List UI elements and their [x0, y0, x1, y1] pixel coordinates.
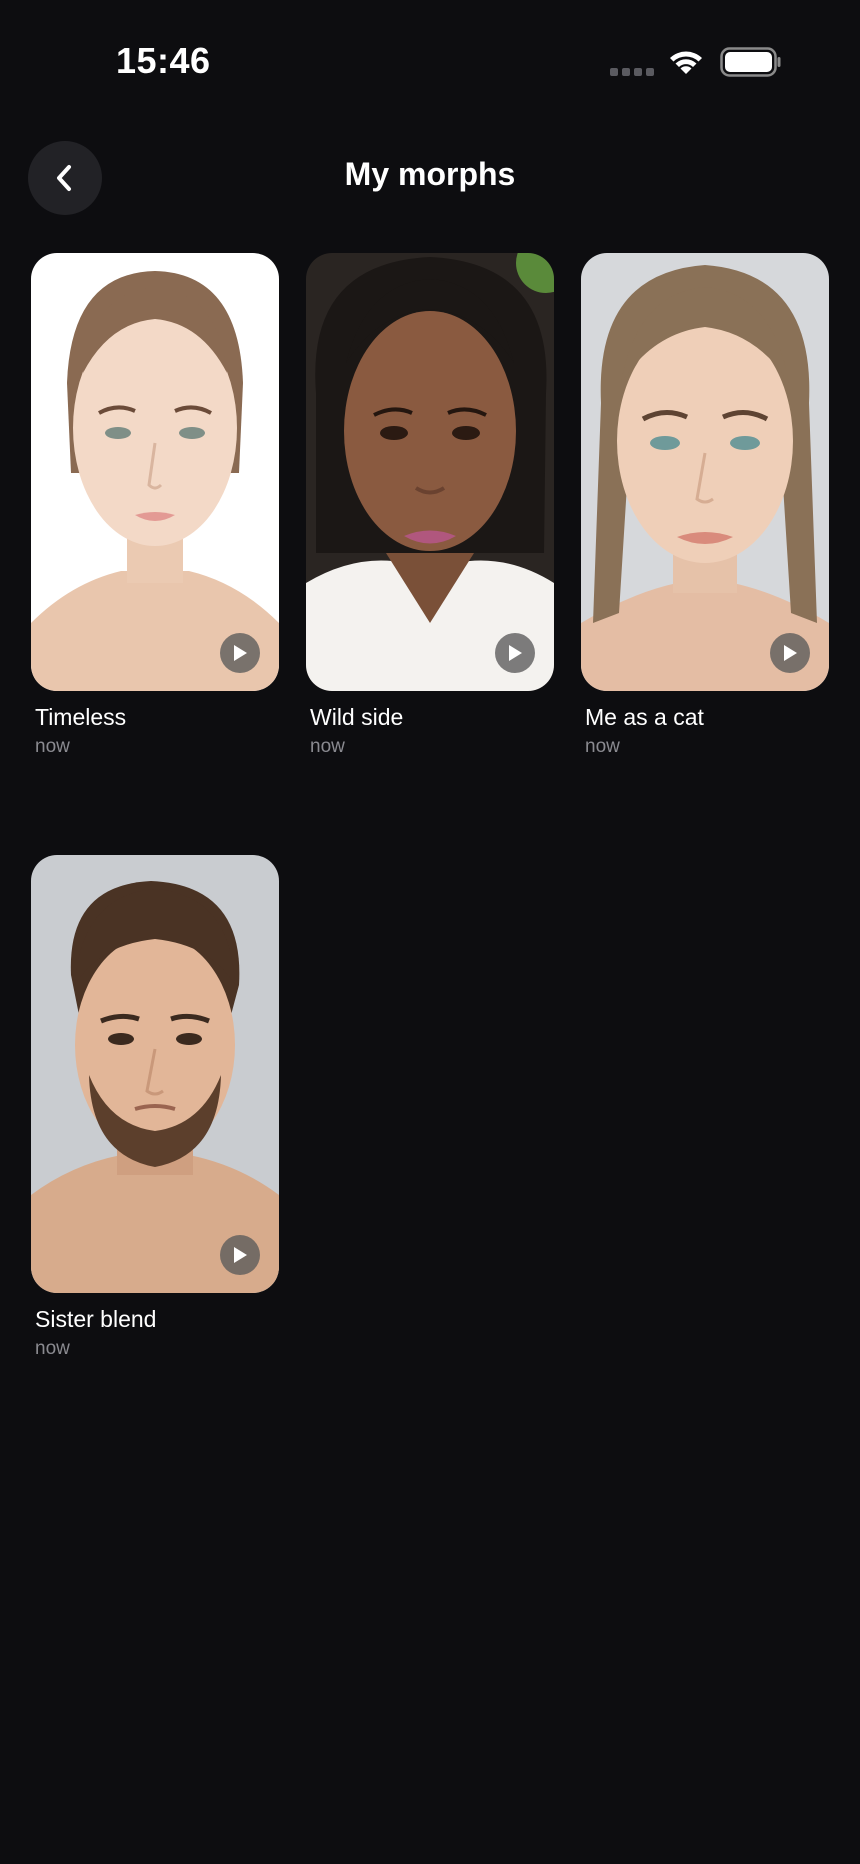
- portrait-image: [581, 253, 829, 691]
- morph-title: Sister blend: [35, 1306, 157, 1332]
- morph-title: Wild side: [310, 704, 404, 730]
- play-icon: [784, 645, 797, 661]
- page-title: My morphs: [344, 156, 516, 192]
- battery-icon: [720, 47, 781, 77]
- play-icon: [509, 645, 522, 661]
- portrait-image: [306, 253, 554, 691]
- morph-timestamp: now: [35, 1338, 70, 1359]
- play-button[interactable]: [220, 633, 260, 673]
- wifi-icon: [670, 51, 702, 74]
- status-bar: 15:46: [0, 0, 860, 120]
- morph-timestamp: now: [35, 736, 70, 757]
- morph-thumbnail[interactable]: [31, 253, 279, 691]
- morph-timestamp: now: [585, 736, 620, 757]
- portrait-image: [31, 855, 279, 1293]
- morph-title: Me as a cat: [585, 704, 704, 730]
- cellular-signal-icon: [610, 68, 654, 76]
- play-button[interactable]: [220, 1235, 260, 1275]
- morph-thumbnail[interactable]: [306, 253, 554, 691]
- status-time: 15:46: [116, 40, 211, 81]
- play-button[interactable]: [770, 633, 810, 673]
- portrait-image: [31, 253, 279, 691]
- morph-card-sister-blend[interactable]: Sister blend now: [31, 855, 279, 1360]
- morph-thumbnail[interactable]: [581, 253, 829, 691]
- morph-grid: Timeless now Wild side now Me as a cat n…: [31, 253, 829, 1360]
- morph-card-timeless[interactable]: Timeless now: [31, 253, 279, 758]
- morph-card-wild-side[interactable]: Wild side now: [306, 253, 554, 758]
- morph-thumbnail[interactable]: [31, 855, 279, 1293]
- play-button[interactable]: [495, 633, 535, 673]
- morph-title: Timeless: [35, 704, 127, 730]
- play-icon: [234, 645, 247, 661]
- morph-card-me-as-a-cat[interactable]: Me as a cat now: [581, 253, 829, 758]
- play-icon: [234, 1247, 247, 1263]
- morph-timestamp: now: [310, 736, 345, 757]
